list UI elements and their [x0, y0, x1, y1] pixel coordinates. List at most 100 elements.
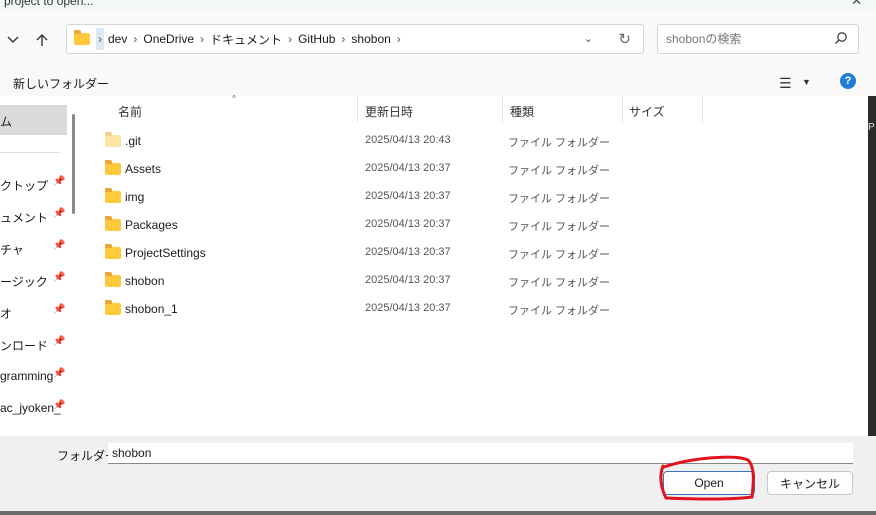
chevron-right-icon[interactable]: › — [133, 32, 137, 46]
sidebar-item-label: ac_jyoken_ — [0, 401, 61, 415]
chevron-down-icon — [7, 36, 19, 43]
up-button[interactable] — [31, 29, 53, 51]
folder-icon — [105, 188, 121, 203]
column-header-size[interactable]: サイズ — [629, 96, 665, 122]
pin-icon: 📌 — [53, 240, 66, 251]
file-type: ファイル フォルダー — [508, 249, 611, 261]
search-input[interactable] — [658, 25, 818, 53]
column-header-type[interactable]: 種類 — [510, 96, 534, 122]
column-divider[interactable] — [622, 96, 623, 122]
sidebar-item-label: ージック — [0, 275, 48, 289]
view-options-icon[interactable]: ☰ — [779, 75, 792, 92]
column-header-date[interactable]: 更新日時 — [365, 96, 413, 122]
navigation-pane: ム クトップ 📌 ュメント 📌 チャ 📌 ージック 📌 オ 📌 ンロード 📌 g… — [0, 96, 84, 436]
refresh-icon[interactable]: ↻ — [618, 30, 631, 48]
sidebar-item-desktop[interactable]: クトップ 📌 — [0, 173, 68, 195]
chevron-right-icon[interactable]: › — [397, 32, 401, 46]
table-row[interactable]: shobon 2025/04/13 20:37 ファイル フォルダー — [84, 267, 868, 295]
arrow-up-icon — [36, 34, 48, 46]
sidebar-item-label: ンロード — [0, 339, 49, 353]
file-date: 2025/04/13 20:43 — [365, 134, 451, 146]
title-bar: project to open... ✕ — [0, 0, 876, 11]
sidebar-item-label: gramming — [0, 369, 54, 383]
breadcrumb-github[interactable]: GitHub — [298, 32, 335, 46]
pin-icon: 📌 — [53, 176, 66, 187]
sidebar-item-label: オ — [0, 307, 13, 321]
sidebar-item-pictures[interactable]: チャ 📌 — [0, 237, 68, 259]
sidebar-item-label: ュメント — [0, 211, 49, 225]
pin-icon: 📌 — [53, 368, 66, 379]
pin-icon: 📌 — [53, 304, 66, 315]
breadcrumb-dev[interactable]: dev — [108, 32, 127, 46]
chevron-right-icon[interactable]: › — [96, 28, 104, 50]
breadcrumb-onedrive[interactable]: OneDrive — [143, 32, 194, 46]
file-name: shobon — [125, 274, 165, 288]
open-button[interactable]: Open — [663, 471, 755, 495]
sort-ascending-icon: ^ — [232, 94, 236, 103]
close-icon[interactable]: ✕ — [851, 0, 862, 9]
window-bottom-edge — [0, 511, 876, 515]
breadcrumb-documents[interactable]: ドキュメント — [210, 31, 282, 48]
chevron-right-icon[interactable]: › — [200, 32, 204, 46]
file-name: shobon_1 — [125, 302, 178, 316]
sidebar-item-programming[interactable]: gramming 📌 — [0, 365, 68, 387]
sidebar-scrollbar[interactable] — [72, 114, 75, 214]
table-row[interactable]: Packages 2025/04/13 20:37 ファイル フォルダー — [84, 211, 868, 239]
folder-icon — [105, 300, 121, 315]
file-list: ^ 名前 更新日時 種類 サイズ .git 2025/04/13 20:43 フ… — [84, 94, 868, 436]
table-row[interactable]: ProjectSettings 2025/04/13 20:37 ファイル フォ… — [84, 239, 868, 267]
sidebar-item-documents[interactable]: ュメント 📌 — [0, 205, 68, 227]
sidebar-item-label: チャ — [0, 243, 24, 257]
file-name: Assets — [125, 162, 162, 176]
sidebar-item-label: ム — [0, 115, 13, 129]
file-date: 2025/04/13 20:37 — [365, 302, 451, 314]
folder-icon — [74, 30, 90, 45]
sidebar-item-jyoken[interactable]: ac_jyoken_ 📌 — [0, 397, 68, 419]
back-dropdown-button[interactable] — [2, 29, 24, 51]
address-dropdown-icon[interactable]: ⌄ — [584, 32, 593, 45]
pin-icon: 📌 — [53, 336, 66, 347]
sidebar-item-music[interactable]: ージック 📌 — [0, 269, 68, 291]
pin-icon: 📌 — [53, 208, 66, 219]
folder-icon — [105, 244, 121, 259]
background-window-edge: P — [868, 96, 876, 436]
chevron-right-icon[interactable]: › — [341, 32, 345, 46]
column-divider[interactable] — [357, 96, 358, 122]
file-type: ファイル フォルダー — [508, 277, 611, 289]
search-icon[interactable] — [834, 31, 848, 45]
chevron-right-icon[interactable]: › — [288, 32, 292, 46]
window-title: project to open... — [4, 0, 94, 8]
new-folder-button[interactable]: 新しいフォルダー — [13, 75, 109, 92]
file-name: ProjectSettings — [125, 246, 206, 260]
address-bar[interactable]: › dev › OneDrive › ドキュメント › GitHub › sho… — [66, 24, 644, 54]
breadcrumb-shobon[interactable]: shobon — [351, 32, 390, 46]
sidebar-item-home[interactable]: ム — [0, 105, 67, 135]
file-date: 2025/04/13 20:37 — [365, 274, 451, 286]
folder-icon — [105, 216, 121, 231]
sidebar-item-videos[interactable]: オ 📌 — [0, 301, 68, 323]
sidebar-item-label: クトップ — [0, 179, 49, 193]
file-name: img — [125, 190, 145, 204]
column-divider[interactable] — [502, 96, 503, 122]
column-header-name[interactable]: 名前 — [118, 96, 142, 122]
file-date: 2025/04/13 20:37 — [365, 218, 451, 230]
table-row[interactable]: shobon_1 2025/04/13 20:37 ファイル フォルダー — [84, 295, 868, 323]
table-row[interactable]: img 2025/04/13 20:37 ファイル フォルダー — [84, 183, 868, 211]
file-date: 2025/04/13 20:37 — [365, 246, 451, 258]
table-row[interactable]: .git 2025/04/13 20:43 ファイル フォルダー — [84, 127, 868, 155]
help-icon[interactable]: ? — [840, 73, 856, 89]
file-type: ファイル フォルダー — [508, 305, 611, 317]
folder-icon — [105, 132, 121, 147]
file-type: ファイル フォルダー — [508, 193, 611, 205]
table-row[interactable]: Assets 2025/04/13 20:37 ファイル フォルダー — [84, 155, 868, 183]
search-box[interactable] — [657, 24, 859, 54]
dialog-footer: フォルダー: Open キャンセル — [0, 436, 876, 515]
file-date: 2025/04/13 20:37 — [365, 162, 451, 174]
folder-icon — [105, 160, 121, 175]
folder-name-input[interactable] — [108, 443, 853, 464]
cancel-button[interactable]: キャンセル — [767, 471, 853, 495]
file-date: 2025/04/13 20:37 — [365, 190, 451, 202]
column-divider[interactable] — [702, 96, 703, 122]
view-dropdown-icon[interactable]: ▼ — [802, 77, 811, 87]
sidebar-item-downloads[interactable]: ンロード 📌 — [0, 333, 68, 355]
